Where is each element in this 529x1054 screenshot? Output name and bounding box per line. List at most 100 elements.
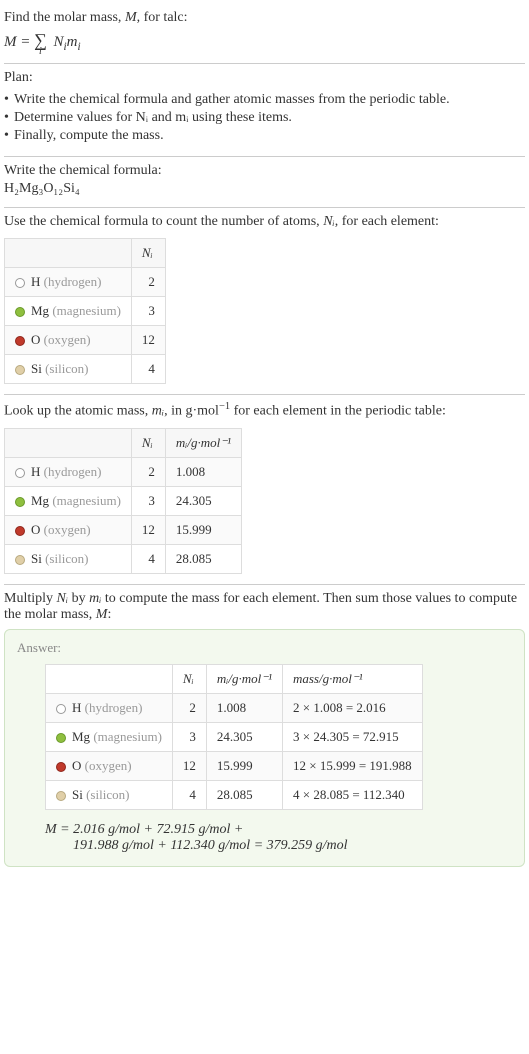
m-value: 1.008 [165, 457, 241, 486]
mass-value: 4 × 28.085 = 112.340 [282, 780, 422, 809]
element-symbol: Mg [31, 303, 49, 318]
element-swatch-icon [56, 733, 66, 743]
m-value: 28.085 [165, 544, 241, 573]
intro-post: , for talc: [137, 10, 188, 25]
mult-mid1: by [68, 591, 89, 606]
plan-item-text: Write the chemical formula and gather at… [14, 92, 450, 107]
element-swatch-icon [15, 307, 25, 317]
table-row: Si (silicon) 4 [5, 355, 166, 384]
answer-box: Answer: Nᵢ mᵢ/g·mol⁻¹ mass/g·mol⁻¹ H (hy… [4, 629, 525, 867]
element-symbol: Si [31, 361, 42, 376]
mult-pre: Multiply [4, 591, 57, 606]
element-swatch-icon [15, 497, 25, 507]
mass-post: for each element in the periodic table: [230, 404, 446, 419]
element-name: (silicon) [45, 551, 88, 566]
element-name: (silicon) [86, 787, 129, 802]
plan-item: •Write the chemical formula and gather a… [4, 92, 525, 108]
molar-mass-formula: M = ∑i Nimi [4, 30, 525, 53]
element-symbol: Si [31, 551, 42, 566]
plan-item: •Finally, compute the mass. [4, 128, 525, 144]
n-value: 4 [131, 355, 165, 384]
n-value: 2 [131, 457, 165, 486]
sigma-sub: i [39, 46, 42, 57]
element-swatch-icon [15, 278, 25, 288]
mult-post: : [107, 607, 111, 622]
element-swatch-icon [15, 365, 25, 375]
atomic-mass-intro: Look up the atomic mass, mᵢ, in g·mol−1 … [4, 401, 525, 420]
col-element [46, 664, 173, 693]
element-cell: O (oxygen) [46, 751, 173, 780]
element-cell: H (hydrogen) [46, 693, 173, 722]
n-value: 3 [131, 297, 165, 326]
n-value: 3 [131, 486, 165, 515]
element-name: (hydrogen) [85, 700, 143, 715]
mass-exp: −1 [219, 401, 230, 412]
element-cell: Mg (magnesium) [46, 722, 173, 751]
element-symbol: Mg [31, 493, 49, 508]
table-row: H (hydrogen) 2 1.008 [5, 457, 242, 486]
formula-m-sub: i [78, 41, 81, 53]
table-row: Mg (magnesium) 3 [5, 297, 166, 326]
element-cell: O (oxygen) [5, 515, 132, 544]
atomic-mass-table: Nᵢ mᵢ/g·mol⁻¹ H (hydrogen) 2 1.008 Mg (m… [4, 428, 242, 574]
element-symbol: O [31, 522, 40, 537]
mass-var: mᵢ [152, 404, 164, 419]
table-row: O (oxygen) 12 [5, 326, 166, 355]
bullet-icon: • [4, 92, 14, 108]
table-row: O (oxygen) 12 15.999 [5, 515, 242, 544]
element-name: (oxygen) [44, 522, 91, 537]
element-cell: Si (silicon) [5, 355, 132, 384]
element-swatch-icon [15, 555, 25, 565]
molar-mass-sum: M = 2.016 g/mol + 72.915 g/mol + 191.988… [45, 822, 512, 854]
plan-title: Plan: [4, 70, 525, 86]
col-mass: mass/g·mol⁻¹ [282, 664, 422, 693]
col-N: Nᵢ [131, 428, 165, 457]
formula-lhs: M = [4, 34, 34, 50]
table-row: H (hydrogen) 2 [5, 268, 166, 297]
atom-count-table: Nᵢ H (hydrogen) 2 Mg (magnesium) 3 O (ox… [4, 238, 166, 384]
col-N: Nᵢ [131, 239, 165, 268]
element-cell: H (hydrogen) [5, 268, 132, 297]
table-header-row: Nᵢ mᵢ/g·mol⁻¹ [5, 428, 242, 457]
chemical-formula-section: Write the chemical formula: H₂Mg₃O₁₂Si₄ [4, 157, 525, 208]
plan-item-text: Determine values for Nᵢ and mᵢ using the… [14, 110, 292, 125]
n-value: 2 [131, 268, 165, 297]
m-value: 24.305 [206, 722, 282, 751]
element-name: (magnesium) [52, 303, 121, 318]
table-header-row: Nᵢ [5, 239, 166, 268]
atom-count-intro: Use the chemical formula to count the nu… [4, 214, 525, 230]
element-symbol: Mg [72, 729, 90, 744]
element-name: (magnesium) [52, 493, 121, 508]
answer-label: Answer: [17, 640, 512, 656]
element-cell: Si (silicon) [5, 544, 132, 573]
col-element [5, 239, 132, 268]
element-symbol: H [31, 464, 40, 479]
mass-value: 3 × 24.305 = 72.915 [282, 722, 422, 751]
mult-var3: M [96, 607, 108, 622]
table-row: Mg (magnesium) 3 24.305 [5, 486, 242, 515]
n-value: 12 [131, 326, 165, 355]
element-swatch-icon [56, 762, 66, 772]
mult-var1: Nᵢ [57, 591, 69, 606]
mass-pre: Look up the atomic mass, [4, 404, 152, 419]
element-name: (oxygen) [44, 332, 91, 347]
plan-item-text: Finally, compute the mass. [14, 128, 164, 143]
element-swatch-icon [15, 336, 25, 346]
chemical-formula: H₂Mg₃O₁₂Si₄ [4, 181, 525, 197]
intro-line: Find the molar mass, M, for talc: [4, 10, 525, 26]
intro-section: Find the molar mass, M, for talc: M = ∑i… [4, 4, 525, 64]
element-name: (oxygen) [85, 758, 132, 773]
m-value: 24.305 [165, 486, 241, 515]
element-cell: Mg (magnesium) [5, 486, 132, 515]
element-cell: H (hydrogen) [5, 457, 132, 486]
mult-var2: mᵢ [89, 591, 101, 606]
col-N: Nᵢ [172, 664, 206, 693]
atomic-mass-section: Look up the atomic mass, mᵢ, in g·mol−1 … [4, 395, 525, 585]
m-value: 15.999 [165, 515, 241, 544]
element-name: (hydrogen) [44, 274, 102, 289]
element-name: (silicon) [45, 361, 88, 376]
element-swatch-icon [56, 704, 66, 714]
n-value: 12 [172, 751, 206, 780]
formula-N: N [54, 34, 64, 50]
bullet-icon: • [4, 128, 14, 144]
